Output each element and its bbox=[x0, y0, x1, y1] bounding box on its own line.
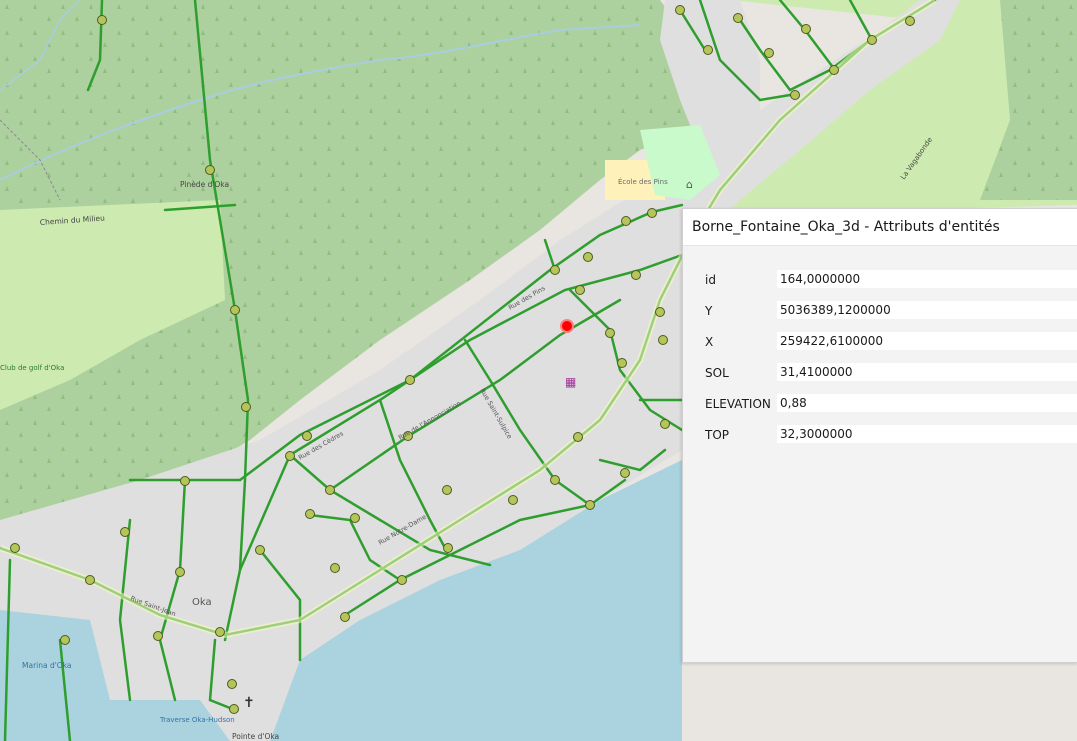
attribute-row: X 259422,6100000 bbox=[703, 332, 1077, 363]
attribute-name: X bbox=[705, 335, 714, 349]
attribute-value[interactable]: 31,4100000 bbox=[777, 363, 1077, 381]
hydrant-point bbox=[658, 335, 668, 345]
hydrant-point bbox=[550, 265, 560, 275]
feature-attributes-panel[interactable]: Borne_Fontaine_Oka_3d - Attributs d'enti… bbox=[682, 208, 1077, 663]
hydrant-point bbox=[621, 216, 631, 226]
attribute-row: Y 5036389,1200000 bbox=[703, 301, 1077, 332]
hydrant-point bbox=[85, 575, 95, 585]
attribute-value[interactable]: 164,0000000 bbox=[777, 270, 1077, 288]
panel-title: Borne_Fontaine_Oka_3d - Attributs d'enti… bbox=[683, 209, 1077, 246]
label-pointe: Pointe d'Oka bbox=[232, 732, 279, 741]
hydrant-point bbox=[60, 635, 70, 645]
hydrant-point bbox=[905, 16, 915, 26]
hydrant-point bbox=[153, 631, 163, 641]
hydrant-point bbox=[605, 328, 615, 338]
attribute-name: Y bbox=[705, 304, 713, 318]
hydrant-point bbox=[302, 431, 312, 441]
hydrant-point bbox=[120, 527, 130, 537]
attribute-row: id 164,0000000 bbox=[703, 270, 1077, 301]
attribute-name: SOL bbox=[705, 366, 729, 380]
hydrant-point bbox=[764, 48, 774, 58]
shop-icon: ▦ bbox=[565, 375, 576, 389]
hydrant-point bbox=[675, 5, 685, 15]
hydrant-point bbox=[230, 305, 240, 315]
attribute-value[interactable]: 32,3000000 bbox=[777, 425, 1077, 443]
hydrant-point bbox=[350, 513, 360, 523]
attribute-name: ELEVATION bbox=[705, 397, 771, 411]
hydrant-point bbox=[180, 476, 190, 486]
hydrant-point bbox=[229, 704, 239, 714]
attribute-name: id bbox=[705, 273, 716, 287]
attribute-value[interactable]: 259422,6100000 bbox=[777, 332, 1077, 350]
hydrant-point bbox=[175, 567, 185, 577]
attribute-name: TOP bbox=[705, 428, 730, 442]
hydrant-point bbox=[227, 679, 237, 689]
hydrant-point bbox=[97, 15, 107, 25]
hydrant-point bbox=[10, 543, 20, 553]
hydrant-point bbox=[573, 432, 583, 442]
label-pinede: Pinède d'Oka bbox=[180, 180, 229, 189]
attribute-value[interactable]: 5036389,1200000 bbox=[777, 301, 1077, 319]
hydrant-point bbox=[631, 270, 641, 280]
hydrant-point bbox=[305, 509, 315, 519]
attribute-row: TOP 32,3000000 bbox=[703, 425, 1077, 456]
hydrant-point bbox=[585, 500, 595, 510]
hydrant-point bbox=[443, 543, 453, 553]
hydrant-point bbox=[340, 612, 350, 622]
hydrant-point bbox=[405, 375, 415, 385]
hydrant-point bbox=[655, 307, 665, 317]
attribute-value[interactable]: 0,88 bbox=[777, 394, 1077, 412]
hydrant-point bbox=[205, 165, 215, 175]
hydrant-point bbox=[660, 419, 670, 429]
hydrant-point bbox=[241, 402, 251, 412]
hydrant-point bbox=[325, 485, 335, 495]
hydrant-point bbox=[867, 35, 877, 45]
hydrant-point bbox=[647, 208, 657, 218]
hydrant-point bbox=[583, 252, 593, 262]
hydrant-point bbox=[330, 563, 340, 573]
hydrant-point bbox=[733, 13, 743, 23]
church-icon: ✝ bbox=[243, 695, 255, 711]
label-marina: Marina d'Oka bbox=[22, 661, 72, 670]
hydrant-point bbox=[790, 90, 800, 100]
hydrant-point bbox=[575, 285, 585, 295]
hydrant-point bbox=[508, 495, 518, 505]
hydrant-point bbox=[285, 451, 295, 461]
label-club: Club de golf d'Oka bbox=[0, 364, 64, 372]
attribute-row: ELEVATION 0,88 bbox=[703, 394, 1077, 425]
attribute-row: SOL 31,4100000 bbox=[703, 363, 1077, 394]
selected-hydrant[interactable] bbox=[560, 319, 574, 333]
hydrant-point bbox=[550, 475, 560, 485]
label-traverse: Traverse Oka-Hudson bbox=[159, 716, 235, 724]
hydrant-point bbox=[620, 468, 630, 478]
hydrant-point bbox=[617, 358, 627, 368]
label-ecole: École des Pins bbox=[618, 177, 668, 186]
hydrant-point bbox=[397, 575, 407, 585]
attribute-table: id 164,0000000 Y 5036389,1200000 X 25942… bbox=[703, 270, 1077, 456]
label-oka: Oka bbox=[192, 597, 212, 608]
hydrant-point bbox=[801, 24, 811, 34]
hydrant-point bbox=[215, 627, 225, 637]
building-icon: ⌂ bbox=[686, 178, 693, 191]
hydrant-point bbox=[829, 65, 839, 75]
hydrant-point bbox=[442, 485, 452, 495]
hydrant-point bbox=[255, 545, 265, 555]
hydrant-point bbox=[703, 45, 713, 55]
